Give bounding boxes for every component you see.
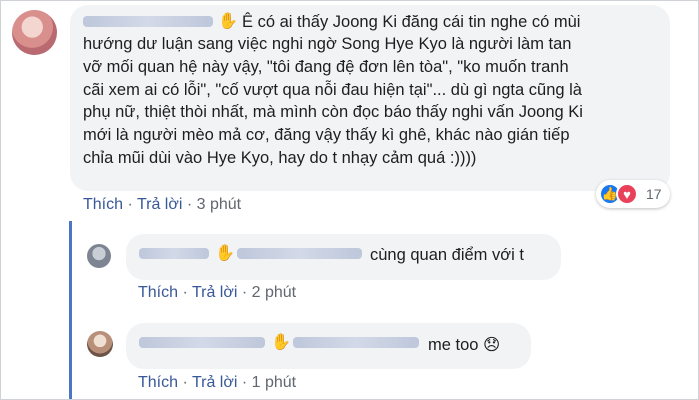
separator: · — [182, 284, 192, 301]
comment-text-line-1: Ê có ai thấy Joong Ki đăng cái tin nghe … — [242, 13, 581, 31]
timestamp[interactable]: 2 phút — [252, 284, 296, 301]
reply-author-obscured[interactable] — [139, 248, 209, 259]
comment-text-line-7: chỉa mũi dùi vào Hye Kyo, hay do t nhạy … — [83, 149, 477, 167]
separator: · — [127, 196, 137, 213]
reply-text: me too 😞 — [428, 336, 501, 354]
comment-text-line-3: vỡ mối quan hệ này vậy, "tôi đang đệ đơn… — [83, 58, 569, 76]
separator: · — [186, 196, 197, 213]
comment-actions: Thích · Trả lời · 3 phút — [83, 196, 241, 214]
love-icon: ♥ — [616, 183, 638, 205]
like-link[interactable]: Thích — [138, 284, 178, 301]
tagged-user-obscured[interactable] — [293, 337, 419, 348]
like-link[interactable]: Thích — [83, 196, 123, 213]
tagged-user-obscured[interactable] — [237, 248, 362, 259]
reaction-summary[interactable]: 👍 ♥ 17 — [596, 180, 670, 208]
separator: · — [241, 374, 252, 391]
comment-text-line-4: cãi xem ai có lỗi", "cố vượt qua nỗi đau… — [83, 81, 582, 99]
reply-link[interactable]: Trả lời — [192, 374, 237, 391]
reply-actions: Thích · Trả lời · 1 phút — [138, 374, 296, 392]
reaction-count: 17 — [646, 186, 662, 202]
reply-actions: Thích · Trả lời · 2 phút — [138, 284, 296, 302]
like-link[interactable]: Thích — [138, 374, 178, 391]
reply-avatar[interactable] — [87, 244, 111, 268]
comment-text-line-5: phụ nữ, thiệt thòi nhất, mà mình còn đọc… — [83, 103, 583, 121]
waving-hand-icon: ✋ — [215, 245, 235, 262]
comment-thread: ✋ Ê có ai thấy Joong Ki đăng cái tin ngh… — [0, 0, 699, 400]
author-name-obscured[interactable] — [83, 16, 213, 27]
reply-avatar[interactable] — [87, 331, 113, 357]
reply-link[interactable]: Trả lời — [137, 196, 182, 213]
separator: · — [182, 374, 192, 391]
timestamp[interactable]: 3 phút — [197, 196, 241, 213]
timestamp[interactable]: 1 phút — [252, 374, 296, 391]
waving-hand-icon: ✋ — [271, 334, 291, 351]
comment-text-line-2: hướng dư luận sang việc nghi ngờ Song Hy… — [83, 35, 572, 53]
reply-text: cùng quan điểm với t — [370, 246, 524, 264]
reply-link[interactable]: Trả lời — [192, 284, 237, 301]
separator: · — [241, 284, 252, 301]
reply-author-obscured[interactable] — [139, 337, 265, 348]
waving-hand-icon: ✋ — [218, 13, 238, 30]
reply-thread-line — [69, 221, 72, 399]
comment-text-line-6: mới là người mèo mả cơ, đăng vậy thấy kì… — [83, 126, 570, 144]
commenter-avatar[interactable] — [12, 10, 57, 55]
